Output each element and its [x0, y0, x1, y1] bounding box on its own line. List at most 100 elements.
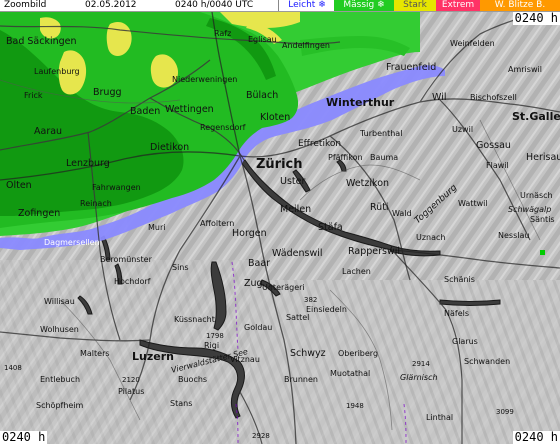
- label-stans: Stans: [170, 399, 192, 408]
- label-height-1408: 1408: [4, 364, 22, 372]
- label-laufenburg: Laufenburg: [34, 67, 80, 76]
- label-rigi: Rigi: [204, 341, 219, 350]
- label-baden: Baden: [130, 106, 160, 117]
- label-einsiedeln: Einsiedeln: [306, 305, 347, 314]
- label-dagmersellen: Dagmersellen: [44, 238, 100, 247]
- label-schwanden: Schwanden: [464, 357, 510, 366]
- time-label-top-right: 0240 h: [512, 11, 560, 25]
- label-glaernisch: Glärnisch: [400, 373, 438, 382]
- label-turbenthal: Turbenthal: [359, 129, 402, 138]
- label-muotathal: Muotathal: [330, 369, 370, 378]
- terrain-alps: [250, 280, 560, 444]
- label-staefa: Stäfa: [318, 222, 343, 233]
- label-lenzburg: Lenzburg: [66, 158, 110, 169]
- label-zug: Zug: [244, 278, 263, 289]
- label-schwaegalp: Schwägalp: [508, 205, 551, 214]
- label-beromuenster: Beromünster: [100, 255, 153, 264]
- product-label: Zoombild: [4, 0, 47, 10]
- label-buochs: Buochs: [178, 375, 207, 384]
- label-kloten: Kloten: [260, 112, 290, 123]
- label-effretikon: Effretikon: [298, 139, 341, 149]
- legend-blitze: W. Blitze B.: [480, 0, 560, 11]
- radar-map-viewer[interactable]: { "header": { "product": "Zoombild", "da…: [0, 0, 560, 444]
- label-height-1798: 1798: [206, 332, 224, 340]
- label-pilatus: Pilatus: [118, 387, 144, 396]
- label-lachen: Lachen: [342, 267, 371, 276]
- label-height-2928: 2928: [252, 432, 270, 440]
- label-height-3099: 3099: [496, 408, 514, 416]
- snowflake-icon: ❄: [315, 0, 326, 10]
- label-niederweningen: Niederweningen: [172, 75, 237, 84]
- label-height-382: 382: [304, 296, 317, 304]
- lightning-marker: [540, 250, 545, 255]
- label-glarus: Glarus: [452, 337, 478, 346]
- label-olten: Olten: [6, 180, 32, 191]
- label-linthal: Linthal: [426, 413, 453, 422]
- label-rapperswil: Rapperswil: [348, 246, 400, 257]
- label-wil: Wil: [432, 92, 446, 103]
- label-waedenswil: Wädenswil: [272, 248, 323, 259]
- label-muri: Muri: [148, 223, 165, 232]
- label-zofingen: Zofingen: [18, 208, 60, 219]
- label-rafz: Rafz: [214, 29, 231, 38]
- label-affoltern: Affoltern: [200, 219, 234, 228]
- label-rueti: Rüti: [370, 202, 389, 213]
- label-oberiberg: Oberiberg: [338, 349, 378, 358]
- label-height-2120: 2120: [122, 376, 140, 384]
- label-brugg: Brugg: [93, 87, 122, 98]
- label-uster: Uster: [280, 176, 305, 187]
- label-brunnen: Brunnen: [284, 375, 318, 384]
- label-dietikon: Dietikon: [150, 142, 189, 153]
- legend-leicht-label: Leicht: [288, 0, 316, 10]
- legend-maessig-label: Mässig: [343, 0, 375, 10]
- label-urnaesch: Urnäsch: [520, 191, 553, 200]
- label-bauma: Bauma: [370, 153, 398, 162]
- label-frick: Frick: [24, 91, 43, 100]
- label-sins: Sins: [172, 263, 189, 272]
- legend-extrem: Extrem: [436, 0, 480, 11]
- label-luzern: Luzern: [132, 350, 174, 363]
- label-winterthur: Winterthur: [326, 96, 395, 109]
- label-horgen: Horgen: [232, 228, 267, 239]
- label-schoepfheim: Schöpfheim: [36, 401, 84, 410]
- label-willisau: Willisau: [44, 297, 75, 306]
- label-sattel: Sattel: [286, 313, 309, 322]
- label-gossau: Gossau: [476, 140, 511, 151]
- label-reinach: Reinach: [80, 199, 112, 208]
- legend-leicht: Leicht ❄: [278, 0, 335, 11]
- time-label-bottom-left: 0240 h: [0, 430, 48, 444]
- label-amriswil: Amriswil: [508, 65, 542, 74]
- label-baar: Baar: [248, 258, 270, 269]
- time-label-bottom-right: 0240 h: [512, 430, 560, 444]
- label-nesslau: Nesslau: [498, 231, 529, 240]
- label-flawil: Flawil: [486, 161, 509, 170]
- legend-stark: Stark: [394, 0, 436, 11]
- date-label: 02.05.2012: [85, 0, 137, 10]
- label-saentis: Säntis: [530, 215, 555, 224]
- label-naefels: Näfels: [444, 309, 469, 318]
- label-schwyz: Schwyz: [290, 348, 326, 359]
- label-zuerich: Zürich: [256, 157, 303, 172]
- label-regensdorf: Regensdorf: [200, 123, 246, 132]
- label-aarau: Aarau: [34, 126, 62, 137]
- label-frauenfeld: Frauenfeld: [386, 62, 436, 73]
- snowflake-icon: ❄: [374, 0, 385, 10]
- label-bad-saeckingen: Bad Säckingen: [6, 36, 77, 47]
- label-entlebuch: Entlebuch: [40, 375, 80, 384]
- legend-maessig: Mässig ❄: [334, 0, 394, 11]
- radar-map[interactable]: Bad Säckingen Laufenburg Frick Brugg Aar…: [0, 0, 560, 444]
- time-label: 0240 h/0040 UTC: [175, 0, 254, 10]
- label-wetzikon: Wetzikon: [346, 178, 389, 189]
- label-bischofszell: Bischofszell: [470, 93, 517, 102]
- label-unteraegeri: Unterägeri: [262, 283, 305, 292]
- label-wald: Wald: [392, 209, 412, 218]
- label-kuessnacht: Küssnacht: [174, 315, 215, 324]
- label-herisau: Herisau: [526, 152, 560, 163]
- header-bar: Zoombild 02.05.2012 0240 h/0040 UTC Leic…: [0, 0, 560, 12]
- label-wattwil: Wattwil: [458, 199, 488, 208]
- label-schaenis: Schänis: [444, 275, 475, 284]
- label-st-gallen: St.Gallen: [512, 110, 560, 123]
- label-wettingen: Wettingen: [165, 104, 214, 115]
- label-uzwil: Uzwil: [452, 125, 473, 134]
- label-meilen: Meilen: [280, 204, 311, 215]
